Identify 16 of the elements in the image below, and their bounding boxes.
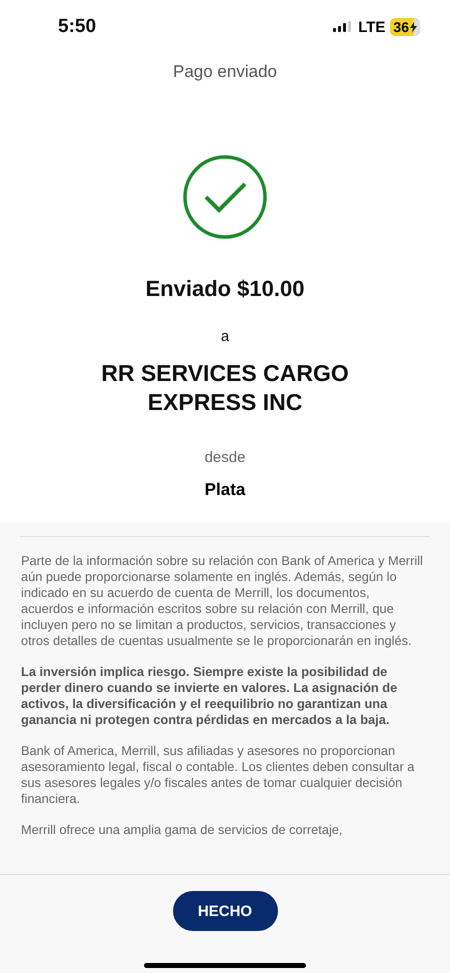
signal-icon <box>333 21 354 33</box>
done-button[interactable]: HECHO <box>172 891 278 931</box>
disclosure-paragraph: Bank of America, Merrill, sus afiliadas y asesores no proporcionan asesoramiento legal, fiscal o contable. Los clientes deben consultar a sus asesores legales y/o fiscales antes de tomar cualquier decisión financiera. <box>21 743 416 807</box>
from-label: desde <box>204 449 246 466</box>
status-time: 5:50 <box>58 16 96 38</box>
disclosure-paragraph: La inversión implica riesgo. Siempre existe la posibilidad de perder dinero cuando se invierte en valores. La asignación de activos, la diversificación y el reequilibrio no garantizan una ganancia ni protegen contra pérdidas en mercados a la baja. <box>21 664 398 728</box>
to-label: a <box>220 328 230 345</box>
recipient-name: RR SERVICES CARGO EXPRESS INC <box>100 359 350 417</box>
screen-title: Pago enviado <box>172 62 278 82</box>
battery-indicator: 36 <box>390 18 420 36</box>
amount-text: Enviado $10.00 <box>146 276 304 302</box>
account-name: Plata <box>204 480 246 500</box>
network-label: LTE <box>358 18 386 36</box>
disclosure-paragraph: Parte de la información sobre su relación con Bank of America y Merrill aún puede proporcionarse solamente en inglés. Además, según lo indicado en su acuerdo de cuenta de Merrill, los documentos, acuerdos e información escritos sobre su relación con Merrill, que incluyen pero no se limitan a productos, servicios, transacciones y otros detalles de cuentas usualmente se le proporcionarán en inglés. <box>21 553 424 649</box>
checkmark-icon <box>182 154 268 240</box>
disclosure-paragraph: Merrill ofrece una amplia gama de servicios de corretaje, <box>21 822 344 838</box>
